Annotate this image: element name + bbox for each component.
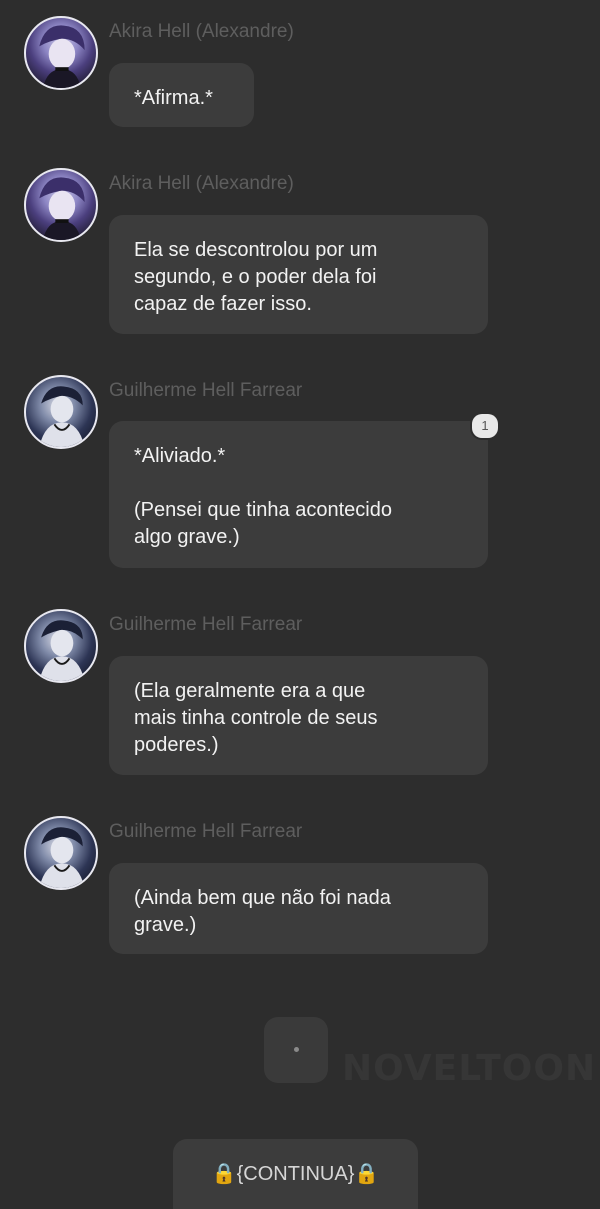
avatar[interactable] xyxy=(24,168,98,242)
message-text: (Ela geralmente era a que mais tinha con… xyxy=(134,680,378,756)
message-bubble[interactable]: (Ainda bem que não foi nada grave.) xyxy=(109,863,488,954)
message-bubble[interactable]: *Afirma.* xyxy=(109,63,254,127)
avatar[interactable] xyxy=(24,375,98,449)
avatar[interactable] xyxy=(24,816,98,890)
comment-count-badge[interactable]: 1 xyxy=(472,414,498,438)
character-portrait-icon xyxy=(39,177,85,240)
sender-name: Akira Hell (Alexandre) xyxy=(109,173,294,194)
watermark-logo-icon xyxy=(264,1017,328,1083)
message-bubble[interactable]: Ela se descontrolou por um segundo, e o … xyxy=(109,215,488,334)
character-portrait-icon xyxy=(39,827,85,888)
sender-name: Guilherme Hell Farrear xyxy=(109,821,303,842)
sender-name: Akira Hell (Alexandre) xyxy=(109,21,294,42)
message-bubble[interactable]: (Ela geralmente era a que mais tinha con… xyxy=(109,656,488,775)
message-bubble[interactable]: *Aliviado.* (Pensei que tinha acontecido… xyxy=(109,421,488,568)
character-portrait-icon xyxy=(39,386,85,447)
sender-name: Guilherme Hell Farrear xyxy=(109,614,303,635)
watermark-text: NOVELTOON xyxy=(342,1048,597,1089)
message-text: *Afirma.* xyxy=(134,87,213,109)
avatar[interactable] xyxy=(24,16,98,90)
message-text: Ela se descontrolou por um segundo, e o … xyxy=(134,239,378,315)
character-portrait-icon xyxy=(39,25,85,88)
watermark-dot xyxy=(294,1047,299,1052)
sender-name: Guilherme Hell Farrear xyxy=(109,380,303,401)
continue-button[interactable]: 🔒{CONTINUA}🔒 xyxy=(173,1139,418,1209)
message-text: *Aliviado.* (Pensei que tinha acontecido… xyxy=(134,445,392,548)
character-portrait-icon xyxy=(39,620,85,681)
message-text: (Ainda bem que não foi nada grave.) xyxy=(134,887,391,936)
avatar[interactable] xyxy=(24,609,98,683)
